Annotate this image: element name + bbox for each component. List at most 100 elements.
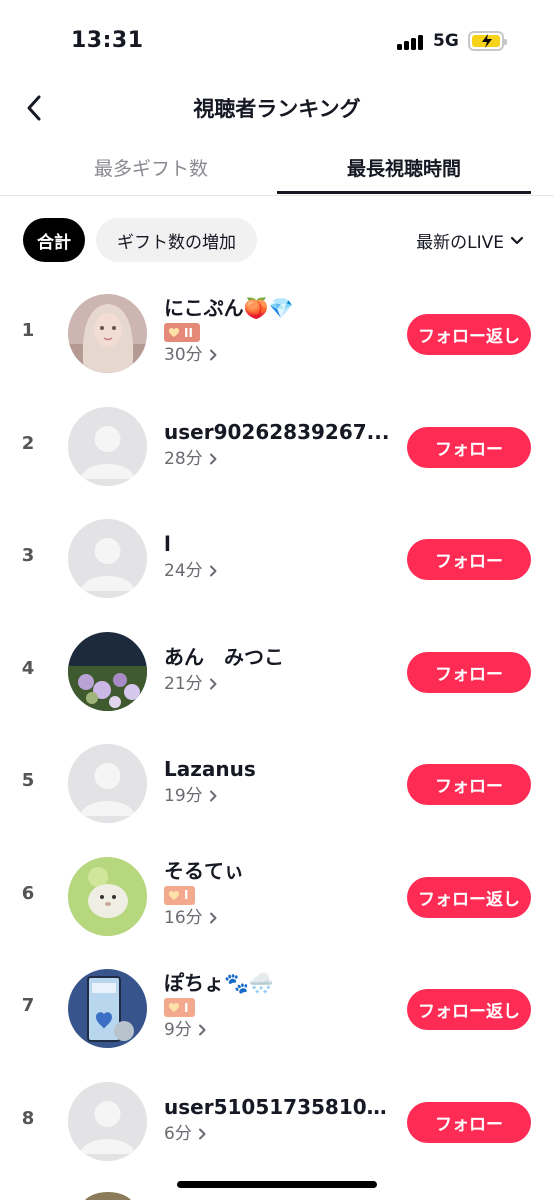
chevron-right-icon bbox=[209, 453, 217, 464]
viewer-name[interactable]: user5105173581078 bbox=[164, 1093, 394, 1121]
battery-icon bbox=[468, 31, 507, 51]
watch-duration[interactable]: 30分 bbox=[164, 343, 394, 367]
viewer-name[interactable]: にこぷん🍑💎 bbox=[164, 294, 394, 322]
network-label: 5G bbox=[433, 31, 459, 51]
viewer-info: l 24分 bbox=[164, 530, 394, 583]
watch-duration[interactable]: 9分 bbox=[164, 1018, 394, 1042]
rank-number: 7 bbox=[21, 995, 35, 1016]
watch-duration-text: 28分 bbox=[164, 448, 203, 469]
tab-bar: 最多ギフト数 最長視聴時間 bbox=[0, 144, 554, 196]
avatar[interactable] bbox=[68, 1081, 147, 1161]
rank-number: 1 bbox=[21, 320, 35, 341]
viewer-info: Lazanus 19分 bbox=[164, 755, 394, 808]
viewer-name[interactable]: l bbox=[164, 530, 394, 558]
fan-level-label: II bbox=[184, 325, 193, 340]
heart-icon bbox=[168, 327, 180, 337]
viewer-info: user90262839267... 28分 bbox=[164, 418, 394, 471]
tab-longest-watch-time[interactable]: 最長視聴時間 bbox=[277, 154, 531, 181]
rank-number: 4 bbox=[21, 657, 35, 679]
watch-duration-text: 24分 bbox=[164, 561, 203, 581]
avatar[interactable] bbox=[68, 744, 147, 823]
chevron-right-icon bbox=[198, 1128, 206, 1139]
chip-gift-increase[interactable]: ギフト数の増加 bbox=[96, 218, 257, 262]
viewer-row[interactable]: 3 l 24分 フォロー bbox=[0, 503, 554, 615]
rank-number: 2 bbox=[21, 432, 35, 454]
avatar[interactable] bbox=[68, 856, 147, 936]
chevron-right-icon bbox=[198, 1024, 206, 1036]
follow-button[interactable]: フォロー bbox=[407, 539, 531, 580]
viewer-info: ぽちょ🐾🌨️ I 9分 bbox=[164, 969, 394, 1042]
fan-level-badge: II bbox=[164, 323, 200, 342]
viewer-info: あん みつこ 21分 bbox=[164, 643, 394, 696]
avatar[interactable] bbox=[68, 519, 147, 598]
viewer-row[interactable]: 2 user90262839267... 28分 フォロー bbox=[0, 391, 554, 503]
viewer-name[interactable]: ぽちょ🐾🌨️ bbox=[164, 969, 394, 997]
avatar-partial bbox=[82, 1192, 134, 1200]
viewer-name[interactable]: Lazanus bbox=[164, 755, 394, 783]
page-title: 視聴者ランキング bbox=[193, 97, 361, 121]
header: 視聴者ランキング bbox=[0, 84, 554, 132]
watch-duration[interactable]: 24分 bbox=[164, 559, 394, 583]
watch-duration[interactable]: 6分 bbox=[164, 1122, 394, 1146]
rank-number: 8 bbox=[21, 1107, 35, 1129]
avatar[interactable] bbox=[68, 631, 147, 711]
avatar[interactable] bbox=[68, 969, 147, 1048]
viewer-row[interactable]: 8 user5105173581078 6分 フォロー bbox=[0, 1066, 554, 1178]
chevron-right-icon bbox=[209, 678, 217, 689]
chevron-right-icon bbox=[209, 349, 217, 361]
live-sort-dropdown[interactable]: 最新のLIVE bbox=[416, 228, 524, 253]
viewer-name[interactable]: あん みつこ bbox=[164, 643, 394, 671]
follow-button[interactable]: フォロー bbox=[407, 651, 531, 693]
signal-icon bbox=[397, 34, 427, 50]
rank-number: 3 bbox=[21, 545, 35, 566]
follow-button[interactable]: フォロー返し bbox=[407, 876, 531, 918]
avatar[interactable] bbox=[68, 406, 147, 486]
watch-duration-text: 6分 bbox=[164, 1123, 192, 1144]
viewer-row[interactable]: 4 あん みつこ 21分 フォロー bbox=[0, 616, 554, 728]
watch-duration[interactable]: 16分 bbox=[164, 906, 394, 930]
watch-duration-text: 16分 bbox=[164, 907, 203, 928]
viewer-row[interactable]: 6 そるてぃ I 16分 フォロー返し bbox=[0, 841, 554, 953]
sort-label: 最新のLIVE bbox=[416, 233, 504, 253]
viewer-row[interactable]: 5 Lazanus 19分 フォロー bbox=[0, 728, 554, 840]
viewer-info: にこぷん🍑💎 II 30分 bbox=[164, 294, 394, 367]
fan-level-badge: I bbox=[164, 885, 196, 905]
follow-button[interactable]: フォロー bbox=[407, 426, 531, 468]
watch-duration-text: 9分 bbox=[164, 1020, 192, 1040]
follow-button[interactable]: フォロー bbox=[407, 764, 531, 805]
chevron-right-icon bbox=[209, 912, 217, 923]
tab-most-gifts[interactable]: 最多ギフト数 bbox=[24, 154, 278, 181]
watch-duration[interactable]: 21分 bbox=[164, 672, 394, 696]
watch-duration-text: 19分 bbox=[164, 786, 203, 806]
status-time: 13:31 bbox=[71, 28, 144, 53]
filter-bar: 合計 ギフト数の増加 最新のLIVE bbox=[0, 216, 554, 264]
chevron-right-icon bbox=[209, 790, 217, 802]
avatar[interactable] bbox=[68, 294, 147, 373]
watch-duration[interactable]: 19分 bbox=[164, 784, 394, 808]
viewer-name[interactable]: そるてぃ bbox=[164, 857, 394, 885]
viewer-row[interactable]: 7 ぽちょ🐾🌨️ I 9分 フォロー返し bbox=[0, 953, 554, 1065]
chevron-down-icon bbox=[510, 236, 524, 244]
chevron-right-icon bbox=[209, 565, 217, 577]
fan-level-label: I bbox=[184, 1000, 189, 1015]
fan-level-badge: I bbox=[164, 998, 196, 1017]
fan-level-label: I bbox=[184, 888, 189, 902]
follow-button[interactable]: フォロー bbox=[407, 1101, 531, 1143]
heart-icon bbox=[168, 890, 180, 900]
follow-button[interactable]: フォロー返し bbox=[407, 989, 531, 1030]
heart-icon bbox=[168, 1002, 180, 1012]
active-tab-indicator bbox=[277, 191, 531, 194]
home-indicator bbox=[177, 1181, 377, 1188]
follow-button[interactable]: フォロー返し bbox=[407, 314, 531, 355]
rank-number: 5 bbox=[21, 770, 35, 791]
viewer-info: user5105173581078 6分 bbox=[164, 1093, 394, 1146]
viewer-name[interactable]: user90262839267... bbox=[164, 418, 394, 446]
chip-total[interactable]: 合計 bbox=[23, 218, 85, 262]
watch-duration-text: 21分 bbox=[164, 673, 203, 694]
watch-duration[interactable]: 28分 bbox=[164, 447, 394, 471]
rank-number: 6 bbox=[21, 882, 35, 904]
viewer-info: そるてぃ I 16分 bbox=[164, 857, 394, 930]
watch-duration-text: 30分 bbox=[164, 345, 203, 365]
status-bar: 13:31 5G bbox=[0, 0, 554, 80]
viewer-row[interactable]: 1 にこぷん🍑💎 II 30分 フォロー返し bbox=[0, 278, 554, 390]
